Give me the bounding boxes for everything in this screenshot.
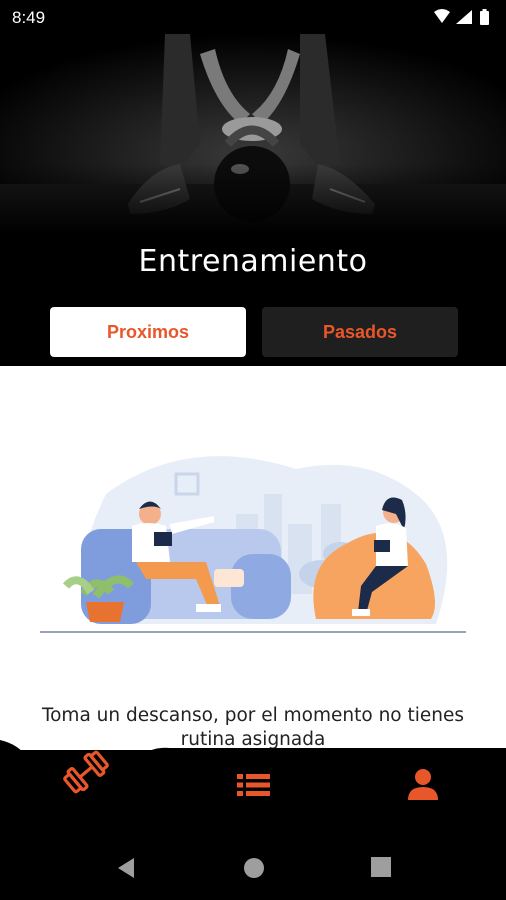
header: 8:49 Entrenamiento Proximos Pasados xyxy=(0,0,506,366)
nav-profile[interactable] xyxy=(404,768,442,802)
status-bar: 8:49 xyxy=(0,0,506,34)
list-icon xyxy=(237,774,270,796)
battery-icon xyxy=(480,9,489,25)
empty-state-illustration xyxy=(40,456,466,633)
nav-training[interactable] xyxy=(60,746,112,798)
bottom-nav xyxy=(0,740,506,850)
recents-icon[interactable] xyxy=(370,856,392,878)
dumbbell-icon xyxy=(63,750,109,794)
main-content: Toma un descanso, por el momento no tien… xyxy=(0,366,506,750)
signal-icon xyxy=(456,10,472,24)
profile-icon xyxy=(408,769,438,800)
tab-pasados[interactable]: Pasados xyxy=(262,307,458,357)
wifi-icon xyxy=(434,9,450,23)
back-icon[interactable] xyxy=(114,856,138,880)
nav-list[interactable] xyxy=(234,770,274,800)
tab-proximos-label: Proximos xyxy=(106,321,190,342)
hero-image xyxy=(0,34,506,234)
tab-proximos[interactable]: Proximos xyxy=(50,307,246,357)
status-icons xyxy=(434,9,489,25)
home-icon[interactable] xyxy=(242,856,266,880)
page-title: Entrenamiento xyxy=(138,244,368,279)
tab-pasados-label: Pasados xyxy=(322,321,398,342)
system-nav-bar xyxy=(0,836,506,900)
status-time: 8:49 xyxy=(12,8,46,27)
